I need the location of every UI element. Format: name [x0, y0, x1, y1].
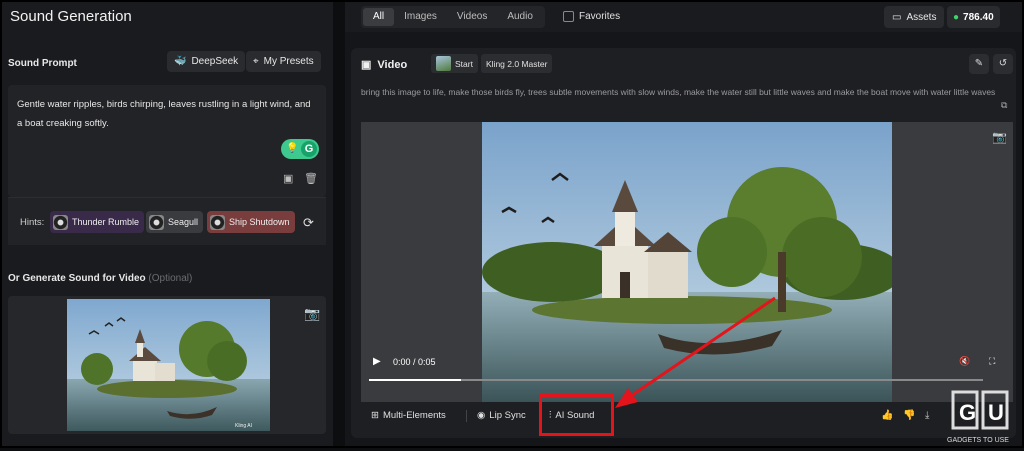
annotation-arrow	[615, 296, 776, 408]
logo-tagline: GADGETS TO USE	[947, 437, 1009, 444]
svg-text:U: U	[988, 400, 1004, 425]
site-logo: G U GADGETS TO USE	[945, 390, 1020, 446]
ai-sound-highlight	[539, 394, 614, 436]
svg-text:G: G	[959, 400, 976, 425]
